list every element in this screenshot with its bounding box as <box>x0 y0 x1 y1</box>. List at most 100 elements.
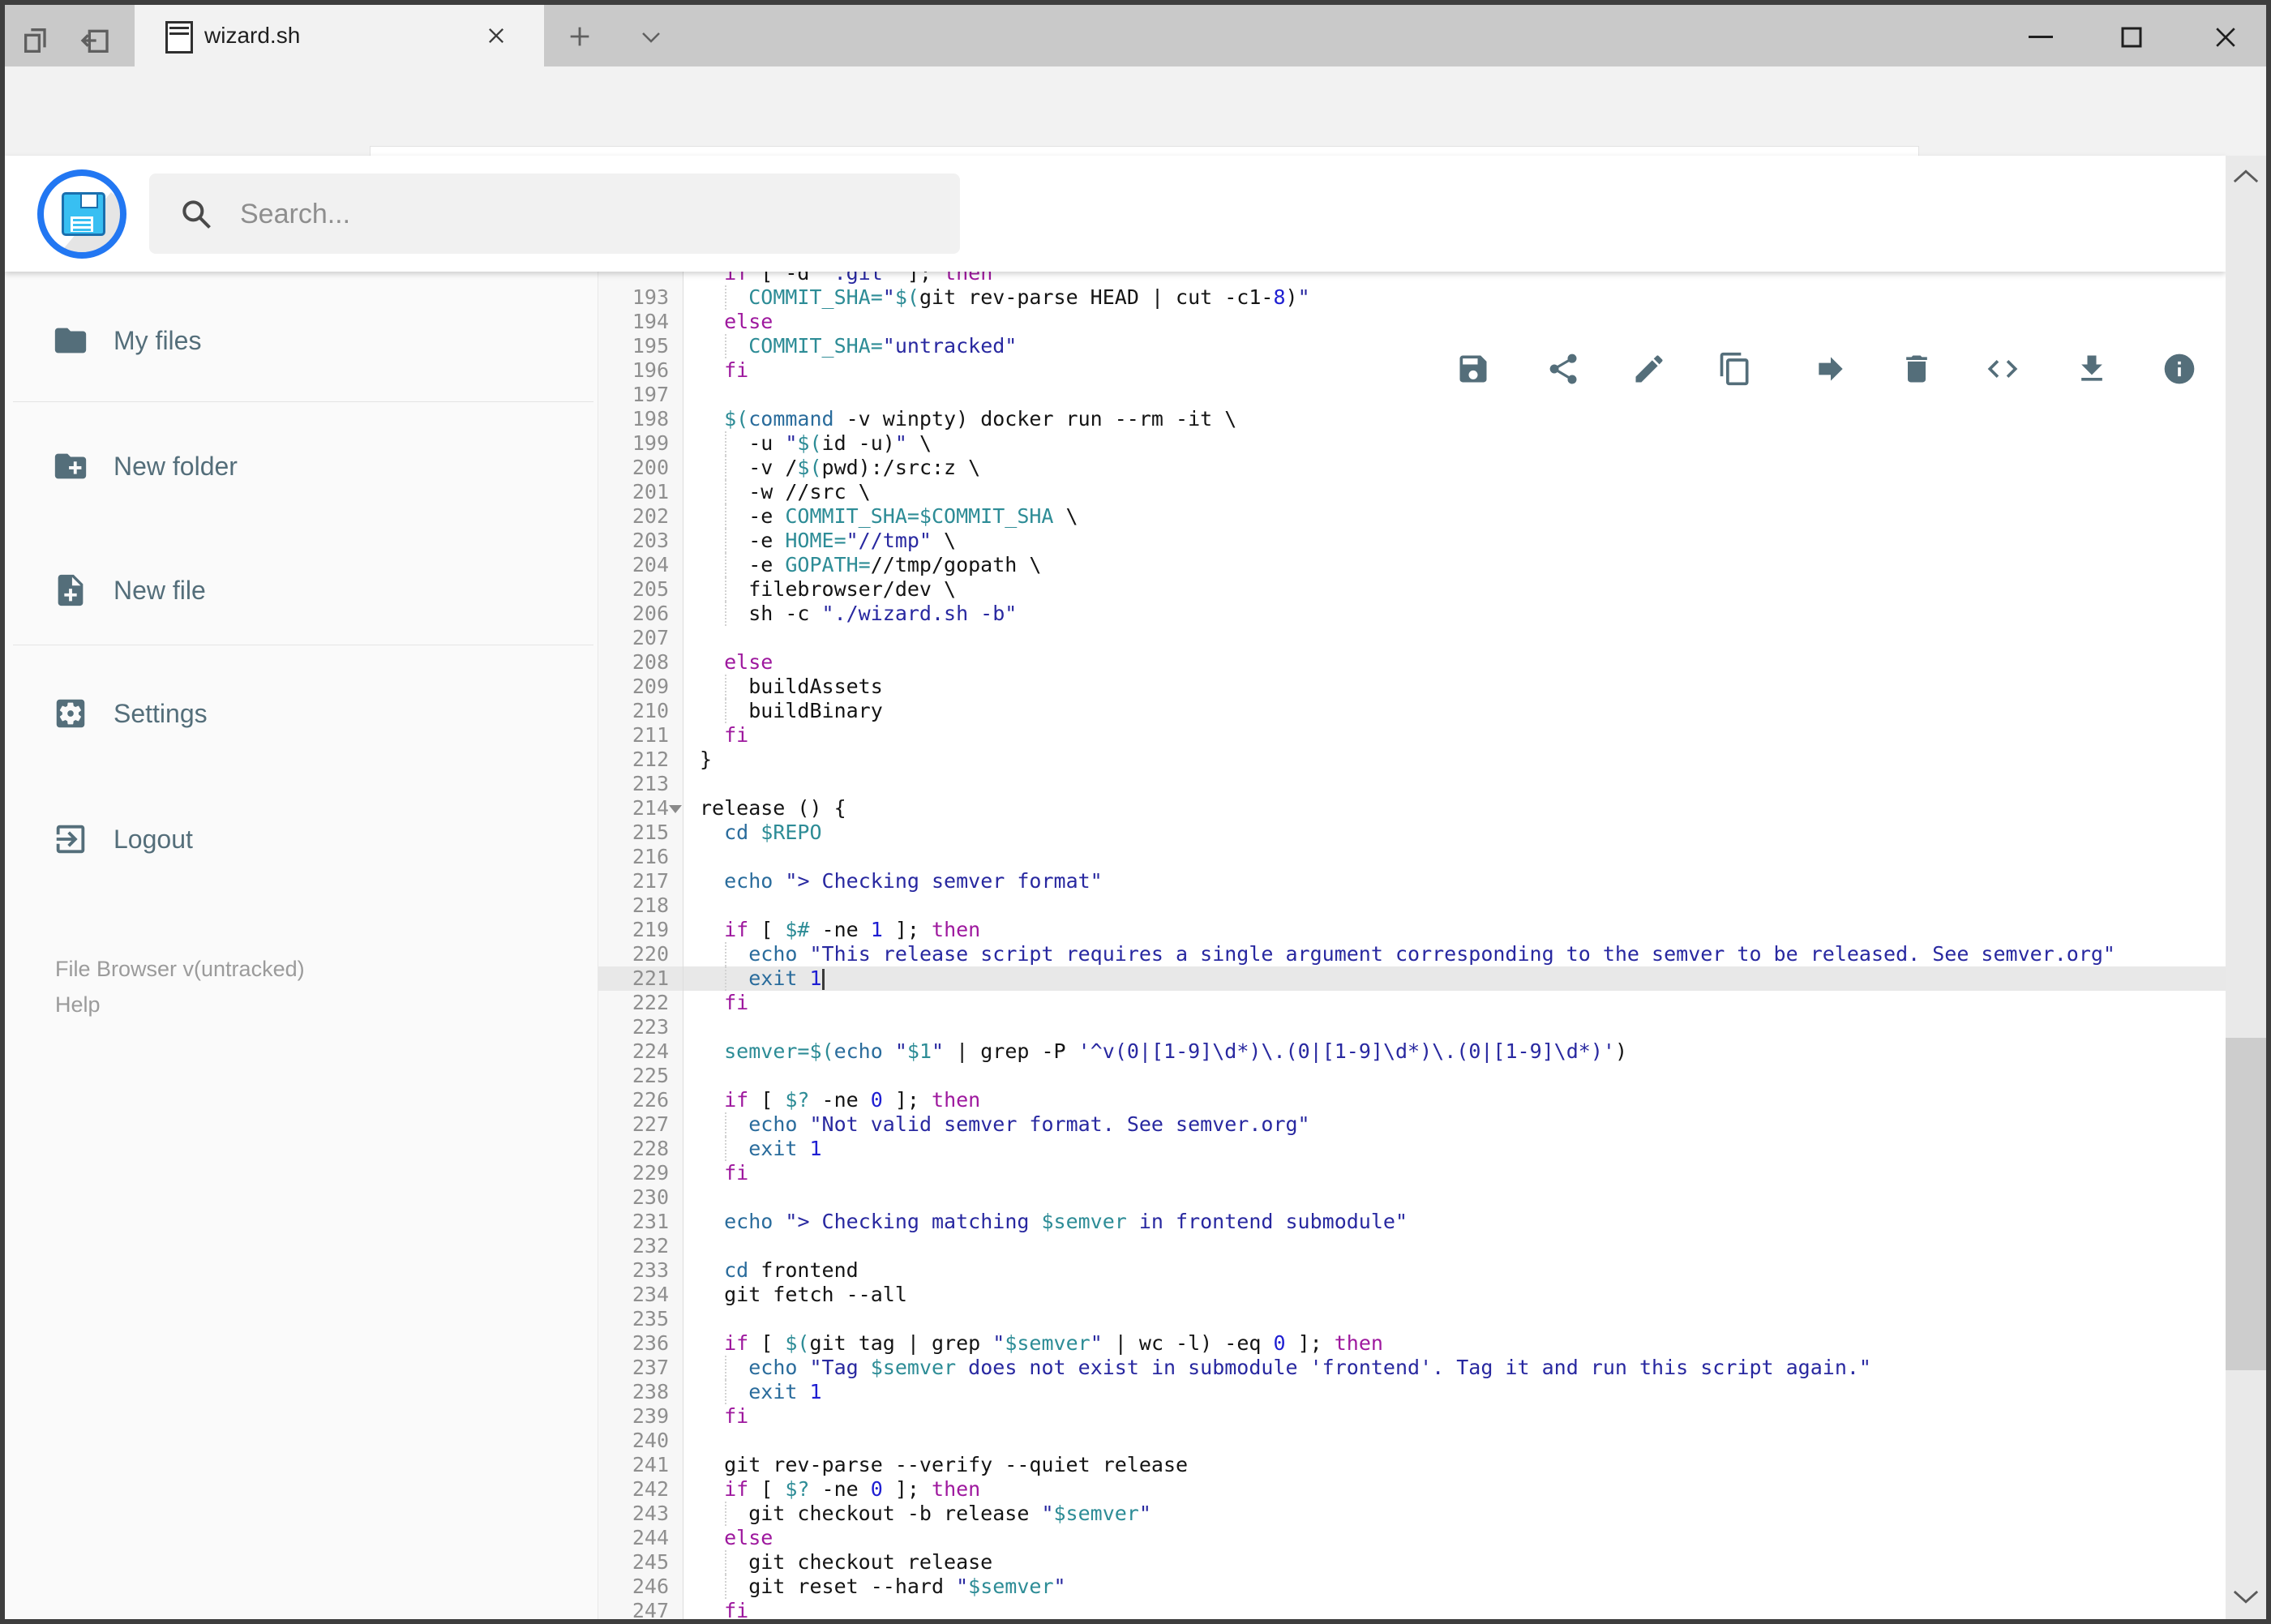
code-line[interactable]: 204 -e GOPATH=//tmp/gopath \ <box>598 553 2226 577</box>
scroll-up-icon[interactable] <box>2232 167 2260 186</box>
tab-menu-icon[interactable] <box>639 28 663 47</box>
scrollbar-thumb[interactable] <box>2226 1038 2266 1370</box>
code-text[interactable]: -u "$(id -u)" \ <box>700 431 932 456</box>
code-line[interactable]: 218 <box>598 893 2226 918</box>
code-line[interactable]: 202 -e COMMIT_SHA=$COMMIT_SHA \ <box>598 504 2226 529</box>
code-text[interactable]: git checkout -b release "$semver" <box>700 1502 1151 1526</box>
code-text[interactable]: fi <box>700 358 748 383</box>
code-line[interactable]: 221 exit 1 <box>598 966 2226 991</box>
code-line[interactable]: 241 git rev-parse --verify --quiet relea… <box>598 1453 2226 1477</box>
code-text[interactable]: $(command -v winpty) docker run --rm -it… <box>700 407 1236 431</box>
save-button[interactable] <box>1455 351 1491 387</box>
code-line[interactable]: 234 git fetch --all <box>598 1283 2226 1307</box>
code-line[interactable]: 242 if [ $? -ne 0 ]; then <box>598 1477 2226 1502</box>
help-link[interactable]: Help <box>55 987 305 1022</box>
code-line[interactable]: 237 echo "Tag $semver does not exist in … <box>598 1356 2226 1380</box>
share-file-button[interactable] <box>1545 351 1581 387</box>
code-line[interactable]: 212} <box>598 748 2226 772</box>
code-line[interactable]: 200 -v /$(pwd):/src:z \ <box>598 456 2226 480</box>
code-line[interactable]: 227 echo "Not valid semver format. See s… <box>598 1112 2226 1137</box>
code-line[interactable]: 233 cd frontend <box>598 1258 2226 1283</box>
code-line[interactable]: 219 if [ $# -ne 1 ]; then <box>598 918 2226 942</box>
code-text[interactable]: exit 1 <box>700 1137 821 1161</box>
code-text[interactable]: echo "This release script requires a sin… <box>700 942 2115 966</box>
fold-marker-icon[interactable] <box>669 805 682 813</box>
new-tab-icon[interactable] <box>566 23 593 50</box>
code-text[interactable]: if [ $? -ne 0 ]; then <box>700 1088 980 1112</box>
code-line[interactable]: 235 <box>598 1307 2226 1331</box>
code-button[interactable] <box>1985 351 2020 387</box>
code-text[interactable]: release () { <box>700 796 846 821</box>
code-text[interactable]: else <box>700 310 773 334</box>
code-line[interactable]: 232 <box>598 1234 2226 1258</box>
sidebar-item-new-file[interactable]: New file <box>52 568 206 613</box>
code-line[interactable]: 213 <box>598 772 2226 796</box>
code-line[interactable]: 224 semver=$(echo "$1" | grep -P '^v(0|[… <box>598 1039 2226 1064</box>
info-button[interactable] <box>2162 351 2197 387</box>
code-line[interactable]: 193 COMMIT_SHA="$(git rev-parse HEAD | c… <box>598 285 2226 310</box>
code-text[interactable]: if [ $? -ne 0 ]; then <box>700 1477 980 1502</box>
code-line[interactable]: if [ -d ".git" ]; then <box>598 272 2226 285</box>
code-line[interactable]: 226 if [ $? -ne 0 ]; then <box>598 1088 2226 1112</box>
sidebar-item-my-files[interactable]: My files <box>52 318 201 363</box>
code-text[interactable]: -e GOPATH=//tmp/gopath \ <box>700 553 1041 577</box>
code-text[interactable]: fi <box>700 1161 748 1185</box>
code-text[interactable]: filebrowser/dev \ <box>700 577 956 602</box>
browser-tab[interactable]: wizard.sh <box>135 5 544 66</box>
code-line[interactable]: 198 $(command -v winpty) docker run --rm… <box>598 407 2226 431</box>
code-text[interactable]: cd frontend <box>700 1258 859 1283</box>
code-text[interactable]: git reset --hard "$semver" <box>700 1575 1065 1599</box>
code-text[interactable]: COMMIT_SHA="$(git rev-parse HEAD | cut -… <box>700 285 1309 310</box>
code-line[interactable]: 238 exit 1 <box>598 1380 2226 1404</box>
code-text[interactable]: -e COMMIT_SHA=$COMMIT_SHA \ <box>700 504 1078 529</box>
code-line[interactable]: 214 release () { <box>598 796 2226 821</box>
code-line[interactable]: 228 exit 1 <box>598 1137 2226 1161</box>
code-line[interactable]: 236 if [ $(git tag | grep "$semver" | wc… <box>598 1331 2226 1356</box>
scroll-down-icon[interactable] <box>2232 1588 2260 1608</box>
code-text[interactable]: fi <box>700 1404 748 1429</box>
code-line[interactable]: 208 else <box>598 650 2226 675</box>
close-button[interactable] <box>2212 26 2239 49</box>
code-text[interactable]: fi <box>700 723 748 748</box>
code-text[interactable]: echo "> Checking semver format" <box>700 869 1103 893</box>
minimize-button[interactable] <box>2027 26 2055 49</box>
code-text[interactable]: if [ -d ".git" ]; then <box>700 272 992 285</box>
maximize-button[interactable] <box>2118 26 2145 49</box>
code-line[interactable]: 211 fi <box>598 723 2226 748</box>
code-line[interactable]: 203 -e HOME="//tmp" \ <box>598 529 2226 553</box>
code-line[interactable]: 216 <box>598 845 2226 869</box>
vertical-scrollbar[interactable] <box>2226 156 2266 1619</box>
code-line[interactable]: 199 -u "$(id -u)" \ <box>598 431 2226 456</box>
code-editor[interactable]: if [ -d ".git" ]; then 193 COMMIT_SHA="$(… <box>598 272 2226 1619</box>
download-button[interactable] <box>2074 351 2110 387</box>
code-line[interactable]: 197 <box>598 383 2226 407</box>
code-line[interactable]: 244 else <box>598 1526 2226 1550</box>
edit-button[interactable] <box>1631 351 1667 387</box>
code-text[interactable]: COMMIT_SHA="untracked" <box>700 334 1017 358</box>
code-line[interactable]: 201 -w //src \ <box>598 480 2226 504</box>
copy-button[interactable] <box>1717 351 1753 387</box>
code-line[interactable]: 229 fi <box>598 1161 2226 1185</box>
code-line[interactable]: 222 fi <box>598 991 2226 1015</box>
code-line[interactable]: 196 fi <box>598 358 2226 383</box>
tab-close-icon[interactable] <box>485 24 508 47</box>
code-text[interactable]: -v /$(pwd):/src:z \ <box>700 456 980 480</box>
code-line[interactable]: 215 cd $REPO <box>598 821 2226 845</box>
code-text[interactable]: buildAssets <box>700 675 883 699</box>
code-text[interactable]: git rev-parse --verify --quiet release <box>700 1453 1188 1477</box>
file-browser-logo[interactable] <box>37 169 126 259</box>
code-line[interactable]: 247 fi <box>598 1599 2226 1619</box>
code-line[interactable]: 240 <box>598 1429 2226 1453</box>
code-text[interactable]: git checkout release <box>700 1550 992 1575</box>
search-box[interactable] <box>149 174 960 255</box>
code-text[interactable]: -w //src \ <box>700 480 871 504</box>
code-text[interactable]: sh -c "./wizard.sh -b" <box>700 602 1017 626</box>
code-line[interactable]: 194 else <box>598 310 2226 334</box>
code-line[interactable]: 207 <box>598 626 2226 650</box>
code-line[interactable]: 205 filebrowser/dev \ <box>598 577 2226 602</box>
code-text[interactable]: exit 1 <box>700 1380 821 1404</box>
delete-button[interactable] <box>1899 351 1935 387</box>
sidebar-item-settings[interactable]: Settings <box>52 691 208 736</box>
code-line[interactable]: 225 <box>598 1064 2226 1088</box>
code-line[interactable]: 223 <box>598 1015 2226 1039</box>
